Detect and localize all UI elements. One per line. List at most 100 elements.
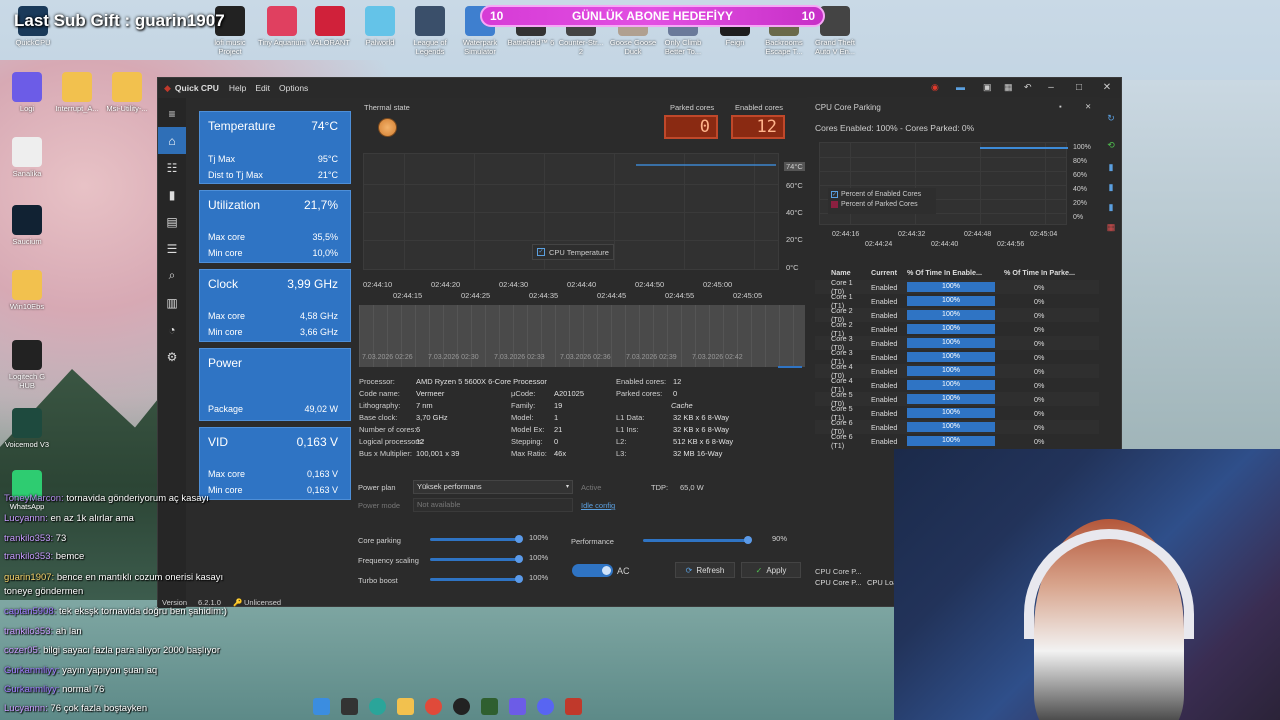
utilization-card[interactable]: Utilization 21,7% Max core 35,5% Min cor…: [199, 190, 351, 263]
taskview-icon[interactable]: [340, 698, 358, 715]
monitor-icon[interactable]: ▬: [956, 82, 968, 93]
apply-button[interactable]: ✓ Apply: [741, 562, 801, 578]
desktop-icon-label: Win10Ebs: [9, 302, 45, 311]
performance-slider[interactable]: [643, 536, 752, 544]
col-parked[interactable]: % Of Time In Parke...: [1000, 268, 1075, 277]
menu-edit[interactable]: Edit: [255, 83, 270, 93]
idle-config-link[interactable]: Idle config: [581, 501, 615, 510]
close-button[interactable]: ✕: [1093, 78, 1121, 98]
turbo-boost-value: 100%: [529, 573, 549, 582]
start-icon[interactable]: [312, 698, 330, 715]
bar-chart-icon[interactable]: ▮: [158, 181, 186, 208]
temperature-card[interactable]: Temperature 74°C Tj Max 95°C Dist to Tj …: [199, 111, 351, 184]
core-state: Enabled: [871, 380, 898, 390]
tab-core-parking[interactable]: CPU Core P...: [815, 567, 862, 576]
nvidia-icon[interactable]: [480, 698, 498, 715]
cycle-icon[interactable]: ⟲: [1104, 140, 1118, 154]
desktop-icon[interactable]: Palworld: [355, 6, 405, 47]
card-title: Clock: [208, 277, 239, 291]
obs-icon[interactable]: [508, 698, 526, 715]
discord-icon[interactable]: [536, 698, 554, 715]
power-icon[interactable]: ◉: [931, 82, 943, 93]
timeline-scroll[interactable]: [778, 366, 802, 368]
core-parking-slider[interactable]: [430, 535, 523, 543]
desktop-icon[interactable]: Logitech G HUB: [2, 340, 52, 390]
chat-user: Lucyannn:: [4, 513, 51, 524]
menu-help[interactable]: Help: [229, 83, 246, 93]
grid-icon[interactable]: ▦: [1104, 222, 1118, 236]
desktop-icon[interactable]: Tiny Aquarium: [257, 6, 307, 47]
screenshot-icon[interactable]: ▦: [1004, 82, 1016, 93]
core-state: Enabled: [871, 366, 898, 376]
book-icon[interactable]: ▥: [158, 289, 186, 316]
spec-label: Parked cores:: [616, 389, 663, 398]
minimize-button[interactable]: –: [1037, 78, 1065, 98]
card-row-label: Package: [208, 404, 244, 414]
explorer-icon[interactable]: [396, 698, 414, 715]
refresh-button[interactable]: ⟳ Refresh: [675, 562, 735, 578]
vid-card[interactable]: VID 0,163 V Max core 0,163 V Min core 0,…: [199, 427, 351, 500]
power-card[interactable]: Power Package 49,02 W: [199, 348, 351, 421]
menu-options[interactable]: Options: [279, 83, 308, 93]
tree-icon[interactable]: ☷: [158, 154, 186, 181]
spec-label: Base clock:: [359, 413, 398, 422]
parking-graph: ✓ Percent of Enabled Cores Percent of Par…: [819, 142, 1068, 225]
desktop-icon[interactable]: Interrupt_A...: [52, 72, 102, 113]
home-icon[interactable]: ⌂: [158, 127, 186, 154]
desktop-icon[interactable]: Msi-Utility-...: [102, 72, 152, 113]
desktop-icon[interactable]: VALORANT: [305, 6, 355, 47]
app-icon: [12, 205, 42, 235]
tdp-label: TDP:: [651, 483, 669, 492]
desktop-icon[interactable]: WhatsApp: [2, 470, 52, 511]
panel-close-icon[interactable]: ✕: [1085, 102, 1091, 111]
refresh-icon[interactable]: ↻: [1104, 113, 1118, 127]
bar-chart-icon[interactable]: ▮: [1104, 162, 1118, 176]
edge-icon[interactable]: [368, 698, 386, 715]
desktop-icon[interactable]: Logi: [2, 72, 52, 113]
settings-list-icon[interactable]: ☰: [158, 235, 186, 262]
window-icon[interactable]: ▣: [983, 82, 995, 93]
clock-card[interactable]: Clock 3,99 GHz Max core 4,58 GHz Min cor…: [199, 269, 351, 342]
chrome-icon[interactable]: [424, 698, 442, 715]
desktop-icon[interactable]: Saucium: [2, 205, 52, 246]
col-current[interactable]: Current: [867, 268, 905, 277]
checkbox-icon[interactable]: ✓: [537, 248, 545, 256]
check-icon: ✓: [755, 565, 763, 575]
timeline-label: 7.03.2026 02:42: [692, 354, 743, 361]
pin-icon[interactable]: ▪: [1059, 102, 1062, 111]
bar-chart-icon[interactable]: ▮: [1104, 182, 1118, 196]
enabled-cell: 100%: [905, 352, 1000, 362]
spec-value: 32 KB x 6 8-Way: [673, 425, 729, 434]
temperature-graph: ✓ CPU Temperature: [363, 153, 779, 270]
card-row-value: 35,5%: [312, 232, 338, 242]
desktop-icon[interactable]: League of Legends: [405, 6, 455, 56]
undo-icon[interactable]: ↶: [1024, 82, 1036, 93]
quickcpu-icon[interactable]: [564, 698, 582, 715]
search-doc-icon[interactable]: ⌕: [158, 262, 186, 289]
hamburger-icon[interactable]: ≡: [158, 100, 186, 127]
parked-value: 0%: [1034, 366, 1045, 376]
col-name[interactable]: Name: [815, 268, 867, 277]
checkbox-icon[interactable]: ✓: [831, 191, 838, 198]
ac-toggle[interactable]: [572, 564, 613, 577]
table-row[interactable]: Core 6 (T1) Enabled 100% 0%: [815, 432, 1099, 450]
col-enabled[interactable]: % Of Time In Enable...: [905, 268, 1000, 277]
desktop-icon[interactable]: Voicemod V3: [2, 408, 52, 449]
bar-chart-icon[interactable]: ▮: [1104, 202, 1118, 216]
power-mode-select[interactable]: Not available: [413, 498, 573, 512]
frequency-scaling-slider[interactable]: [430, 555, 523, 563]
tab-core-parking[interactable]: CPU Core P...: [815, 578, 862, 587]
maximize-button[interactable]: □: [1065, 78, 1093, 98]
layers-icon[interactable]: ▤: [158, 208, 186, 235]
tab-cpu-load[interactable]: CPU Loa: [867, 578, 897, 587]
desktop-icon[interactable]: Win10Ebs: [2, 270, 52, 311]
turbo-boost-slider[interactable]: [430, 575, 523, 583]
desktop-icon[interactable]: Sanalika: [2, 137, 52, 178]
app-icon[interactable]: [452, 698, 470, 715]
checkbox-icon[interactable]: [831, 201, 838, 208]
gear-icon[interactable]: ⚙: [158, 343, 186, 370]
chat-user: trankilo353:: [4, 533, 56, 544]
active-label: Active: [581, 483, 602, 492]
power-plan-select[interactable]: Yüksek performans ▾: [413, 480, 573, 494]
gauge-icon[interactable]: ◔: [158, 316, 186, 343]
